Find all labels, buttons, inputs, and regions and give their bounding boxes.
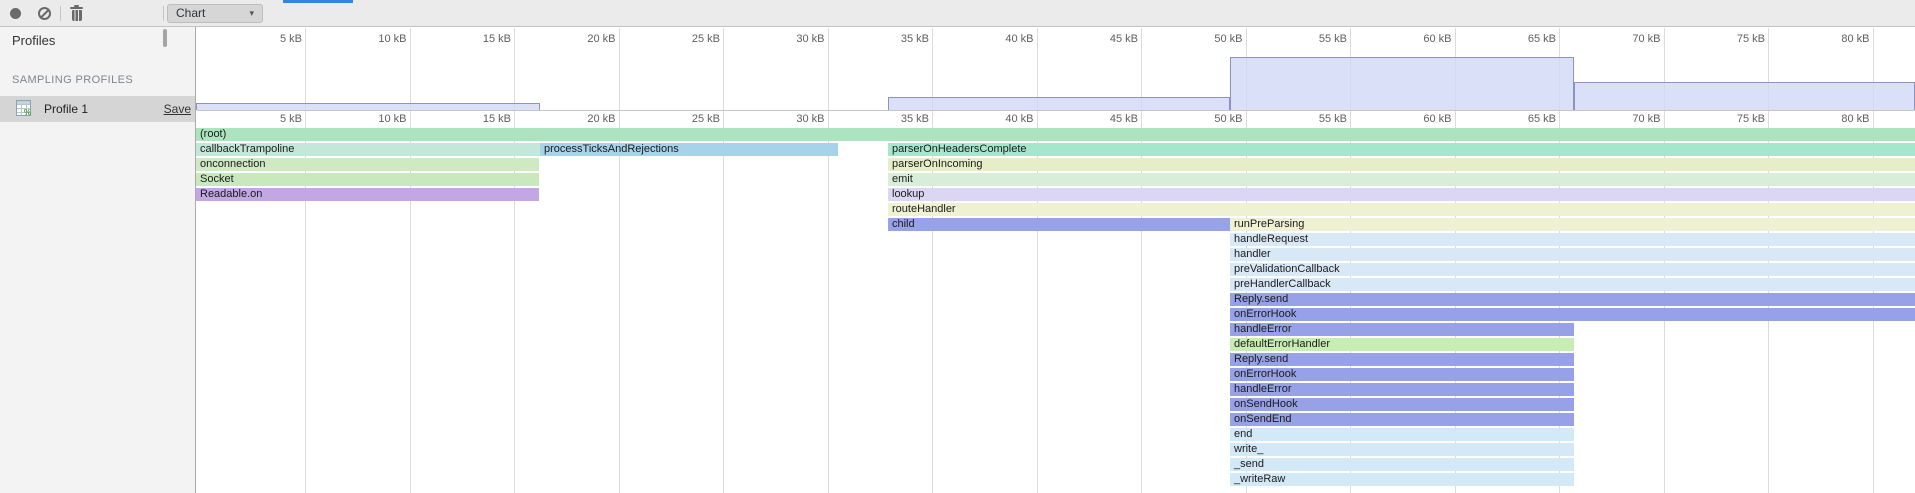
toolbar: Chart ▾ [0,0,1915,27]
view-mode-value: Chart [176,6,205,20]
profile-chart-icon: % [16,100,31,116]
flame-frame-readable-on[interactable]: Readable.on [196,188,539,201]
flame-frame-defaulterrorhandler[interactable]: defaultErrorHandler [1230,338,1574,351]
flame-frame-onsendend[interactable]: onSendEnd [1230,413,1574,426]
clear-all-icon[interactable] [38,7,51,20]
flame-frame-handleerror[interactable]: handleError [1230,323,1574,336]
flame-frame-runpreparsing[interactable]: runPreParsing [1230,218,1915,231]
chevron-down-icon: ▾ [249,5,254,22]
flame-frame-handleerror[interactable]: handleError [1230,383,1574,396]
flame-frame-emit[interactable]: emit [888,173,1915,186]
flame-frame-onsendhook[interactable]: onSendHook [1230,398,1574,411]
flame-frame-onerrorhook[interactable]: onErrorHook [1230,308,1915,321]
profile-list-item[interactable]: % Profile 1 Save [0,96,195,122]
flame-frame-handlerequest[interactable]: handleRequest [1230,233,1915,246]
flame-frame-writeraw[interactable]: _writeRaw [1230,473,1574,486]
flame-chart-panel: 5 kB10 kB15 kB20 kB25 kB30 kB35 kB40 kB4… [197,27,1915,493]
flame-frame-prevalidationcallback[interactable]: preValidationCallback [1230,263,1915,276]
flame-frame-prehandlercallback[interactable]: preHandlerCallback [1230,278,1915,291]
flame-chart[interactable]: (root) callbackTrampolineprocessTicksAndR… [197,27,1915,493]
sidebar-title: Profiles [12,33,55,48]
flame-frame-send[interactable]: _send [1230,458,1574,471]
flame-frame-reply-send[interactable]: Reply.send [1230,353,1574,366]
flame-frame-onerrorhook[interactable]: onErrorHook [1230,368,1574,381]
flame-frame-lookup[interactable]: lookup [888,188,1915,201]
flame-frame-write[interactable]: write_ [1230,443,1574,456]
flame-frame-processticksandrejections[interactable]: processTicksAndRejections [540,143,838,156]
flame-frame-handler[interactable]: handler [1230,248,1915,261]
toolbar-separator [60,6,61,21]
save-profile-link[interactable]: Save [164,102,191,116]
flame-frame-onconnection[interactable]: onconnection [196,158,539,171]
flame-frame-callbacktrampoline[interactable]: callbackTrampoline [196,143,540,156]
profiles-sidebar: Profiles SAMPLING PROFILES % Profile 1 S… [0,27,196,493]
flame-frame-root[interactable]: (root) [196,128,1915,141]
flame-frame-parseronincoming[interactable]: parserOnIncoming [888,158,1915,171]
trash-icon[interactable] [69,5,84,22]
profile-name: Profile 1 [44,102,88,116]
flame-frame-reply-send[interactable]: Reply.send [1230,293,1915,306]
sidebar-scrollbar-thumb[interactable] [163,29,167,47]
flame-frame-parseronheaderscomplete[interactable]: parserOnHeadersComplete [888,143,1915,156]
flame-frame-child[interactable]: child [888,218,1230,231]
sampling-profiles-header: SAMPLING PROFILES [12,74,133,86]
toolbar-separator [163,6,164,21]
flame-frame-routehandler[interactable]: routeHandler [888,203,1915,216]
active-tab-indicator [283,0,353,3]
flame-frame-socket[interactable]: Socket [196,173,539,186]
view-mode-select[interactable]: Chart ▾ [167,4,263,23]
record-icon[interactable] [10,8,21,19]
flame-frame-end[interactable]: end [1230,428,1574,441]
